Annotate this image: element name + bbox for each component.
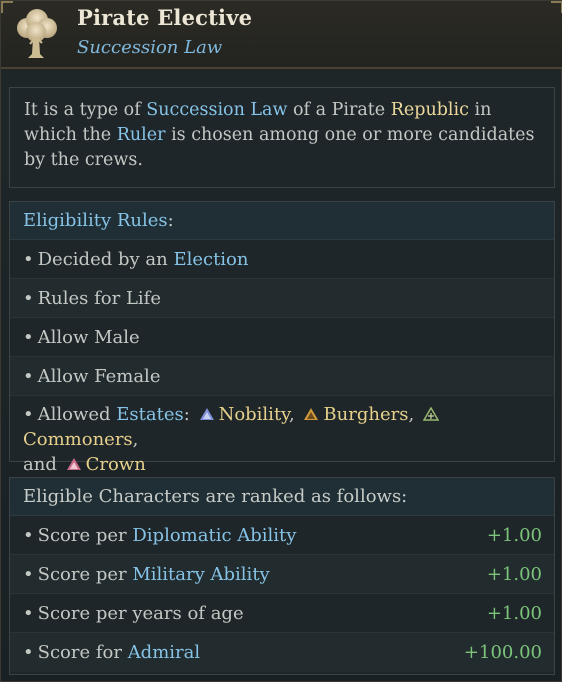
rule-row: • Rules for Life [10,279,554,318]
republic-link[interactable]: Republic [391,100,469,120]
rule-row: • Allow Male [10,318,554,357]
estate-nobility[interactable]: Nobility [219,404,289,425]
election-link[interactable]: Election [173,249,248,270]
eligibility-panel: Eligibility Rules: • Decided by an Electi… [9,201,555,475]
frame-corner-right [551,1,562,13]
succession-law-link[interactable]: Succession Law [146,100,287,120]
military-ability-link[interactable]: Military Ability [132,564,269,585]
eligibility-rules-link[interactable]: Eligibility Rules [23,210,168,231]
tooltip-window: Pirate Elective Succession Law It is a t… [0,0,562,682]
score-value: +1.00 [486,564,542,585]
score-row: • Score per Military Ability +1.00 [10,555,554,594]
score-row: • Score per Diplomatic Ability +1.00 [10,516,554,555]
estate-burghers[interactable]: Burghers [323,404,408,425]
rule-row: • Allow Female [10,357,554,396]
ranking-panel: Eligible Characters are ranked as follow… [9,477,555,675]
score-row: • Score per years of age +1.00 [10,594,554,633]
estates-link[interactable]: Estates [116,404,183,425]
score-value: +1.00 [486,603,542,624]
description-panel: It is a type of Succession Law of a Pira… [9,87,555,188]
ranking-heading: Eligible Characters are ranked as follow… [10,478,554,516]
tooltip-header: Pirate Elective Succession Law [1,1,562,69]
description-text: It is a type of Succession Law of a Pira… [24,100,535,170]
diplomatic-ability-link[interactable]: Diplomatic Ability [132,525,296,546]
commoners-icon [422,403,440,421]
estate-crown[interactable]: Crown [86,454,146,475]
nobility-icon [199,403,215,420]
eligibility-heading: Eligibility Rules: [10,202,554,240]
score-value: +100.00 [463,642,542,663]
score-value: +1.00 [486,525,542,546]
tree-icon [11,8,61,60]
estates-row: • Allowed Estates: Nobility, Burghers, Co… [10,396,554,475]
burghers-icon [303,403,319,420]
score-row: • Score for Admiral +100.00 [10,633,554,672]
crown-icon [66,453,82,470]
rule-row: • Decided by an Election [10,240,554,279]
ruler-link[interactable]: Ruler [117,125,166,145]
admiral-link[interactable]: Admiral [128,642,200,663]
tooltip-title: Pirate Elective [77,5,253,30]
estate-commoners[interactable]: Commoners [23,429,133,450]
tooltip-subtitle[interactable]: Succession Law [77,37,222,58]
